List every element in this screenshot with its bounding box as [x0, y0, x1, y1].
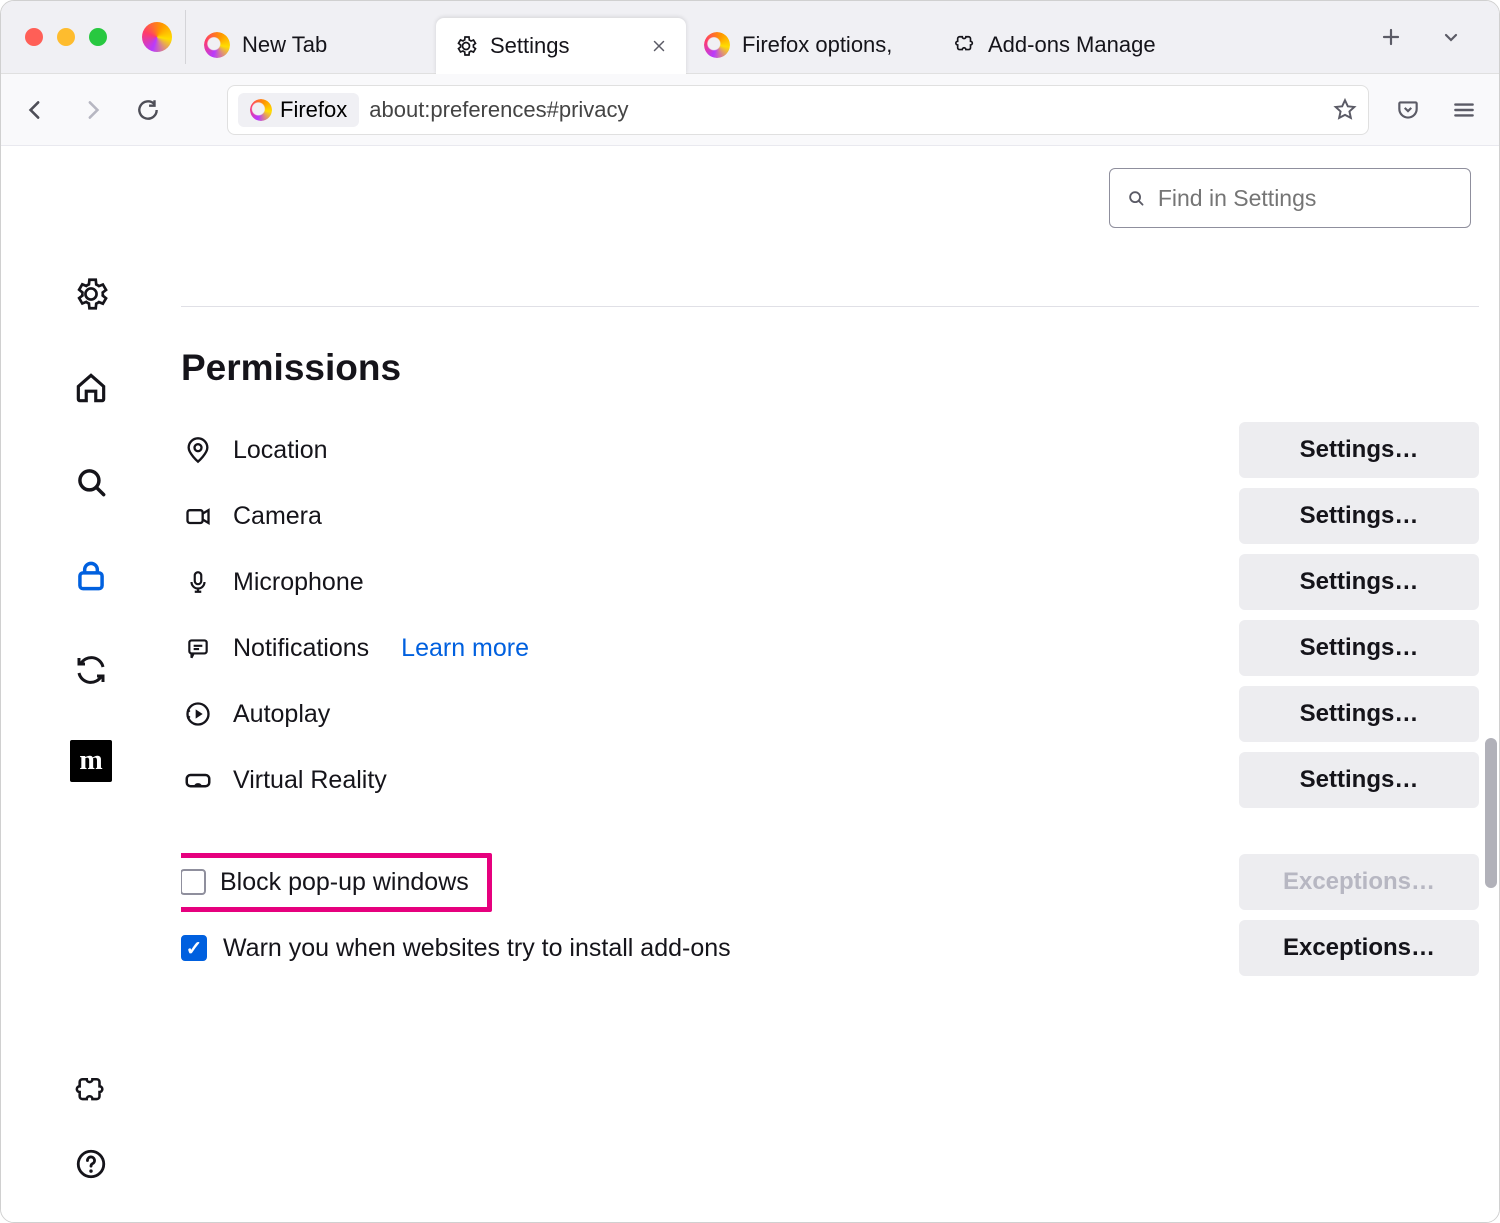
sidebar-item-search[interactable]: [67, 458, 115, 506]
tab-addons-manager[interactable]: Add-ons Manage: [936, 17, 1186, 73]
permission-label: Virtual Reality: [233, 766, 387, 795]
tab-settings[interactable]: Settings: [436, 18, 686, 74]
permission-label: Autoplay: [233, 700, 330, 729]
preferences-content: m Permissions Location Settings…: [1, 146, 1499, 1222]
autoplay-icon: [184, 700, 212, 728]
block-popups-exceptions-button[interactable]: Exceptions…: [1239, 854, 1479, 910]
firefox-menu-icon[interactable]: [129, 22, 185, 52]
tab-new-tab[interactable]: New Tab: [186, 17, 436, 73]
window-controls: [11, 28, 129, 46]
gear-icon: [72, 275, 110, 313]
highlight-box: Block pop-up windows: [181, 853, 492, 912]
find-in-settings-box[interactable]: [1109, 168, 1471, 228]
permission-row-autoplay: Autoplay Settings…: [181, 681, 1479, 747]
firefox-icon: [704, 32, 730, 58]
new-tab-button[interactable]: [1375, 21, 1407, 53]
permissions-heading: Permissions: [181, 347, 1479, 389]
permission-row-vr: Virtual Reality Settings…: [181, 747, 1479, 813]
preferences-sidebar: m: [1, 146, 181, 1222]
block-popups-row: Block pop-up windows Exceptions…: [181, 849, 1479, 915]
sidebar-item-mozilla[interactable]: m: [70, 740, 112, 782]
window-minimize-button[interactable]: [57, 28, 75, 46]
sidebar-item-home[interactable]: [67, 364, 115, 412]
bookmark-star-button[interactable]: [1332, 97, 1358, 123]
sidebar-item-help[interactable]: [67, 1140, 115, 1188]
warn-addons-checkbox[interactable]: [181, 935, 207, 961]
microphone-icon: [185, 569, 211, 595]
tab-label: Add-ons Manage: [988, 32, 1168, 58]
scrollbar-thumb[interactable]: [1485, 738, 1497, 888]
permission-row-notifications: Notifications Learn more Settings…: [181, 615, 1479, 681]
autoplay-settings-button[interactable]: Settings…: [1239, 686, 1479, 742]
help-icon: [74, 1147, 108, 1181]
notifications-learn-more-link[interactable]: Learn more: [401, 634, 529, 663]
url-text: about:preferences#privacy: [369, 97, 628, 123]
navigation-toolbar: Firefox about:preferences#privacy: [1, 74, 1499, 146]
tab-dropdown-button[interactable]: [1435, 21, 1467, 53]
warn-addons-label: Warn you when websites try to install ad…: [223, 934, 731, 963]
sidebar-item-extensions[interactable]: [67, 1068, 115, 1116]
puzzle-icon: [954, 34, 976, 56]
forward-button[interactable]: [75, 93, 109, 127]
window-zoom-button[interactable]: [89, 28, 107, 46]
identity-box[interactable]: Firefox: [238, 93, 359, 127]
firefox-icon: [204, 32, 230, 58]
preferences-page: Permissions Location Settings… Camera Se…: [181, 146, 1499, 1222]
vr-settings-button[interactable]: Settings…: [1239, 752, 1479, 808]
titlebar: New Tab Settings Firefox options, Add-on…: [1, 1, 1499, 74]
tab-firefox-options[interactable]: Firefox options,: [686, 17, 936, 73]
section-divider: [181, 306, 1479, 307]
sidebar-item-general[interactable]: [67, 270, 115, 318]
search-icon: [72, 463, 110, 501]
window-close-button[interactable]: [25, 28, 43, 46]
permission-row-microphone: Microphone Settings…: [181, 549, 1479, 615]
identity-label: Firefox: [280, 97, 347, 123]
location-settings-button[interactable]: Settings…: [1239, 422, 1479, 478]
mozilla-icon: m: [79, 745, 102, 777]
firefox-icon: [250, 99, 272, 121]
sidebar-item-sync[interactable]: [67, 646, 115, 694]
gear-icon: [454, 34, 478, 58]
tab-bar: New Tab Settings Firefox options, Add-on…: [186, 1, 1357, 73]
app-menu-button[interactable]: [1447, 93, 1481, 127]
tab-label: Firefox options,: [742, 32, 918, 58]
notifications-icon: [185, 635, 211, 661]
url-bar[interactable]: Firefox about:preferences#privacy: [227, 85, 1369, 135]
camera-icon: [184, 502, 212, 530]
warn-addons-exceptions-button[interactable]: Exceptions…: [1239, 920, 1479, 976]
find-in-settings-input[interactable]: [1158, 185, 1454, 212]
tab-close-button[interactable]: [650, 37, 668, 55]
permission-label: Location: [233, 436, 328, 465]
warn-addons-row: Warn you when websites try to install ad…: [181, 915, 1479, 981]
pocket-button[interactable]: [1391, 93, 1425, 127]
tab-extra-controls: [1357, 21, 1485, 53]
camera-settings-button[interactable]: Settings…: [1239, 488, 1479, 544]
lock-icon: [72, 557, 110, 595]
home-icon: [72, 369, 110, 407]
permission-label: Microphone: [233, 568, 364, 597]
location-icon: [184, 436, 212, 464]
block-popups-checkbox[interactable]: [181, 869, 206, 895]
permission-label: Notifications: [233, 634, 369, 663]
block-popups-label: Block pop-up windows: [220, 868, 469, 897]
puzzle-icon: [74, 1075, 108, 1109]
notifications-settings-button[interactable]: Settings…: [1239, 620, 1479, 676]
back-button[interactable]: [19, 93, 53, 127]
permission-label: Camera: [233, 502, 322, 531]
search-icon: [1126, 187, 1146, 209]
sidebar-item-privacy[interactable]: [67, 552, 115, 600]
vr-icon: [183, 765, 213, 795]
permission-row-camera: Camera Settings…: [181, 483, 1479, 549]
microphone-settings-button[interactable]: Settings…: [1239, 554, 1479, 610]
tab-label: New Tab: [242, 32, 418, 58]
reload-button[interactable]: [131, 93, 165, 127]
permission-row-location: Location Settings…: [181, 417, 1479, 483]
tab-label: Settings: [490, 33, 638, 59]
sync-icon: [73, 652, 109, 688]
